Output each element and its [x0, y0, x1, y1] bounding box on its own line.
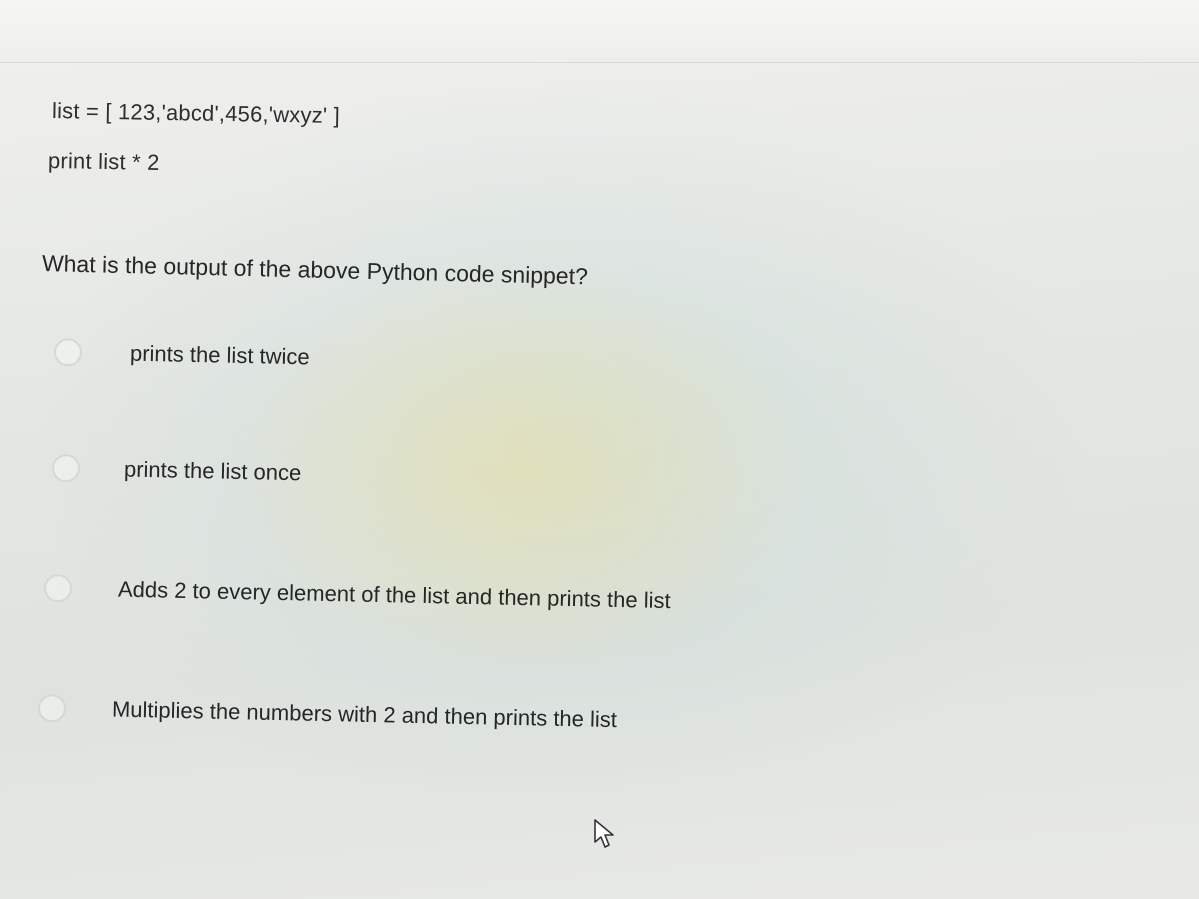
- option-1[interactable]: prints the list twice: [53, 338, 310, 371]
- option-label: prints the list twice: [129, 340, 310, 370]
- code-line-2: print list * 2: [47, 148, 160, 175]
- mouse-pointer-icon: [594, 819, 614, 848]
- option-label: Adds 2 to every element of the list and …: [117, 576, 671, 614]
- radio-circle-icon[interactable]: [43, 574, 73, 603]
- option-2[interactable]: prints the list once: [51, 454, 302, 487]
- question-text: What is the output of the above Python c…: [41, 250, 589, 290]
- top-bar: [0, 0, 1199, 63]
- radio-circle-icon[interactable]: [37, 694, 67, 723]
- code-line-1: list = [ 123,'abcd',456,'wxyz' ]: [51, 98, 341, 129]
- option-3[interactable]: Adds 2 to every element of the list and …: [43, 574, 671, 615]
- radio-circle-icon[interactable]: [53, 338, 83, 367]
- option-label: prints the list once: [123, 456, 302, 486]
- radio-circle-icon[interactable]: [51, 454, 81, 483]
- option-4[interactable]: Multiplies the numbers with 2 and then p…: [37, 694, 618, 734]
- option-label: Multiplies the numbers with 2 and then p…: [111, 696, 618, 733]
